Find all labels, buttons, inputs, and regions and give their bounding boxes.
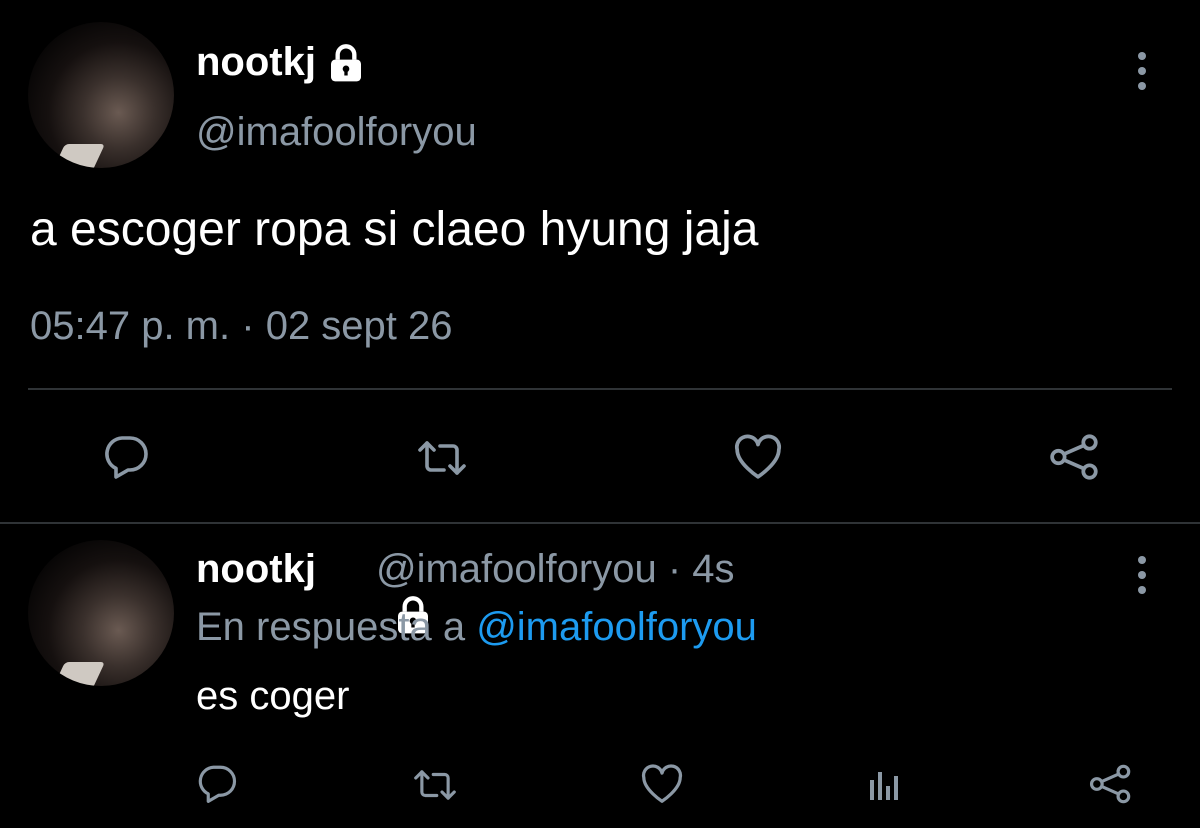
reply-context: En respuesta a @imafoolforyou: [196, 605, 757, 650]
tweet-time: 05:47 p. m.: [30, 304, 231, 348]
lock-icon: [326, 550, 428, 633]
reply-bubble-icon[interactable]: [196, 762, 238, 804]
tweet-detail-page: nootkj @imafoolforyou a escoger ropa si …: [0, 0, 1200, 828]
reply-bubble-icon[interactable]: [102, 432, 150, 480]
display-name[interactable]: nootkj: [196, 547, 316, 592]
reply-to-mention[interactable]: @imafoolforyou: [476, 605, 757, 649]
display-name[interactable]: nootkj: [196, 40, 316, 85]
author-handle[interactable]: @imafoolforyou: [376, 547, 657, 592]
author-handle[interactable]: @imafoolforyou: [196, 110, 477, 155]
avatar-collar: [51, 144, 105, 168]
tweet-date: 02 sept 26: [265, 304, 453, 348]
tweet-time[interactable]: 4s: [692, 547, 734, 592]
share-icon[interactable]: [1088, 762, 1134, 806]
retweet-icon[interactable]: [412, 764, 458, 806]
divider: [0, 522, 1200, 524]
meta-separator: ·: [667, 547, 682, 591]
share-icon[interactable]: [1048, 432, 1102, 482]
divider: [28, 388, 1172, 390]
avatar[interactable]: [28, 540, 174, 686]
tweet-timestamp[interactable]: 05:47 p. m. · 02 sept 26: [30, 304, 453, 349]
reply-to-prefix: En respuesta a: [196, 605, 466, 649]
lock-icon: [326, 43, 366, 83]
tweet-text: a escoger ropa si claeo hyung jaja: [30, 203, 759, 256]
reply-header[interactable]: nootkj @imafoolforyou · 4s: [196, 547, 735, 633]
retweet-icon[interactable]: [416, 434, 468, 482]
meta-separator: ·: [241, 304, 255, 348]
avatar-collar: [51, 662, 105, 686]
more-vertical-icon[interactable]: [1136, 52, 1148, 90]
analytics-bars-icon[interactable]: [866, 764, 906, 804]
tweet-text: es coger: [196, 674, 350, 718]
heart-icon[interactable]: [733, 434, 783, 480]
more-vertical-icon[interactable]: [1136, 556, 1148, 594]
avatar[interactable]: [28, 22, 174, 168]
heart-icon[interactable]: [640, 764, 684, 804]
author-name-row[interactable]: nootkj: [196, 40, 366, 85]
